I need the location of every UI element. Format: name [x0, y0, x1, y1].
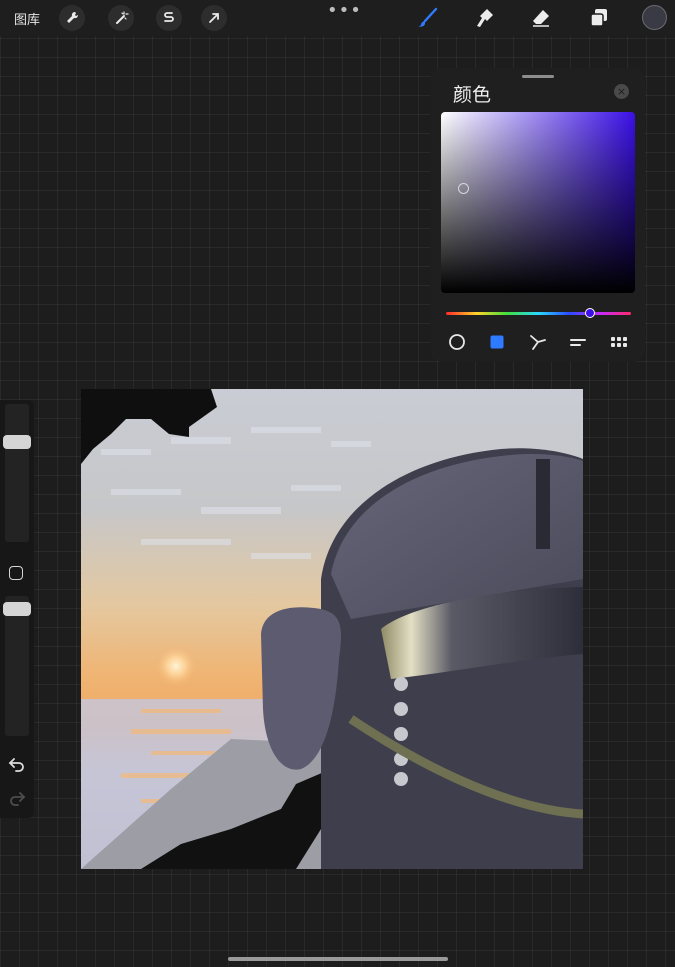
brush-opacity-slider[interactable]: [5, 596, 29, 736]
layers-icon[interactable]: [587, 6, 613, 30]
selection-icon[interactable]: [156, 5, 182, 31]
color-picker-handle[interactable]: [458, 183, 469, 194]
wrench-icon[interactable]: [59, 5, 85, 31]
gallery-button[interactable]: 图库: [14, 9, 40, 28]
panel-grabber[interactable]: [522, 75, 554, 78]
disc-mode-icon[interactable]: [447, 332, 467, 352]
magic-wand-icon[interactable]: [108, 5, 134, 31]
home-indicator[interactable]: [228, 957, 448, 961]
value-mode-icon[interactable]: [568, 332, 588, 352]
more-menu-button[interactable]: •••: [327, 0, 362, 21]
close-icon[interactable]: ×: [614, 84, 629, 99]
undo-icon[interactable]: [8, 756, 26, 772]
helmet-slot: [536, 459, 550, 549]
hue-slider-knob[interactable]: [585, 308, 595, 318]
color-panel: 颜色 ×: [430, 68, 645, 362]
harmony-mode-icon[interactable]: [528, 332, 548, 352]
transform-arrow-icon[interactable]: [201, 5, 227, 31]
classic-mode-icon[interactable]: [487, 332, 507, 352]
brush-icon[interactable]: [416, 6, 442, 30]
current-color-swatch[interactable]: [642, 5, 667, 30]
saturation-brightness-field[interactable]: [441, 112, 635, 293]
brush-sidebar: [0, 400, 34, 818]
sun: [154, 644, 198, 688]
hue-slider[interactable]: [446, 312, 631, 315]
eraser-icon[interactable]: [529, 6, 555, 30]
brush-size-slider-knob[interactable]: [3, 435, 31, 449]
artwork-canvas[interactable]: [81, 389, 584, 869]
modify-button[interactable]: [9, 566, 23, 580]
color-panel-title: 颜色: [453, 84, 492, 106]
palettes-mode-icon[interactable]: [609, 332, 629, 352]
top-toolbar: 图库 •••: [0, 0, 675, 36]
brush-opacity-slider-knob[interactable]: [3, 602, 31, 617]
smudge-icon[interactable]: [473, 6, 499, 30]
redo-icon[interactable]: [8, 790, 26, 806]
brush-size-slider[interactable]: [5, 404, 29, 542]
